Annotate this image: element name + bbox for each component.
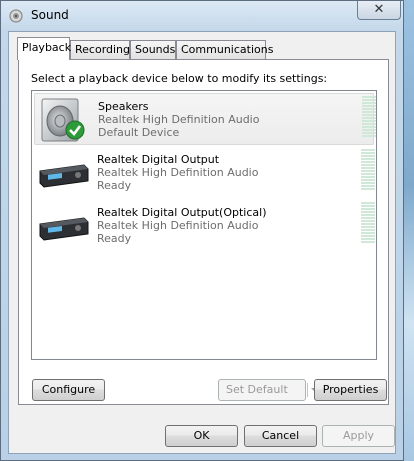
device-status: Ready [97, 232, 132, 245]
device-realtek-digital-output[interactable]: Realtek Digital Output Realtek High Defi… [34, 147, 375, 199]
cancel-button[interactable]: Cancel [244, 425, 317, 447]
sound-app-icon [9, 9, 23, 23]
playback-panel: Select a playback device below to modify… [18, 59, 389, 405]
volume-meter [361, 202, 375, 246]
tab-sounds[interactable]: Sounds [130, 40, 176, 59]
properties-button[interactable]: Properties [314, 379, 387, 401]
tab-communications[interactable]: Communications [176, 40, 273, 59]
digital-output-device-icon [39, 217, 89, 241]
title-bar[interactable]: Sound ✕ [1, 1, 403, 31]
configure-button[interactable]: Configure [32, 379, 105, 401]
device-name: Realtek Digital Output(Optical) [97, 206, 267, 219]
volume-meter [362, 96, 376, 140]
split-separator [307, 383, 308, 397]
window-title: Sound [31, 8, 69, 22]
close-button[interactable]: ✕ [357, 1, 401, 20]
set-default-label: Set Default [226, 383, 288, 396]
device-driver: Realtek High Definition Audio [98, 113, 260, 126]
check-badge-icon [65, 120, 85, 140]
device-name: Realtek Digital Output [97, 153, 220, 166]
device-speakers[interactable]: Speakers Realtek High Definition Audio D… [34, 93, 376, 145]
volume-meter [361, 149, 375, 193]
tab-recording[interactable]: Recording [70, 40, 130, 59]
dialog-client-area: Playback Recording Sounds Communications… [8, 31, 396, 454]
digital-output-device-icon [39, 164, 89, 188]
device-list[interactable]: Speakers Realtek High Definition Audio D… [31, 90, 377, 360]
tab-playback[interactable]: Playback [17, 37, 71, 60]
ok-button[interactable]: OK [165, 425, 238, 447]
desktop-background [404, 0, 414, 461]
device-driver: Realtek High Definition Audio [97, 219, 259, 232]
set-default-split-button[interactable]: Set Default [218, 379, 319, 401]
device-status: Ready [97, 179, 132, 192]
device-driver: Realtek High Definition Audio [97, 166, 259, 179]
device-status: Default Device [98, 126, 180, 139]
device-realtek-digital-output-optical[interactable]: Realtek Digital Output(Optical) Realtek … [34, 200, 375, 252]
device-name: Speakers [98, 100, 149, 113]
instruction-text: Select a playback device below to modify… [31, 72, 328, 85]
sound-dialog: Sound ✕ Playback Recording Sounds Commun… [0, 0, 404, 461]
apply-button[interactable]: Apply [322, 425, 395, 447]
